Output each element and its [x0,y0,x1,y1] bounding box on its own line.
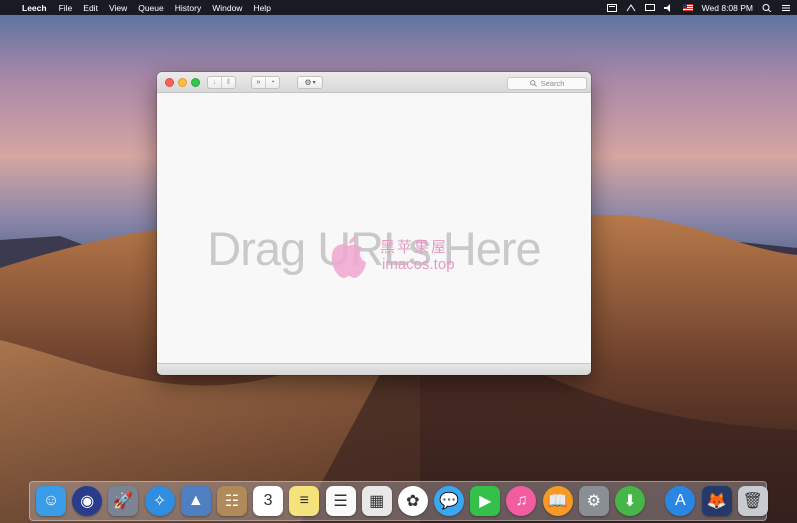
leech-icon[interactable]: ⬇ [615,486,645,516]
action-menu-button[interactable]: ⚙ ▾ [297,76,323,89]
notes-icon[interactable]: ≡ [289,486,320,516]
app-menu[interactable]: Leech [22,3,47,13]
photo-viewer-icon[interactable]: ▲ [180,486,211,516]
leech-window: ↓ ‖ » ◔ ⚙ ▾ Search Drag URLs Here [157,72,591,375]
menu-history[interactable]: History [175,3,201,13]
download-list-drop-area[interactable]: Drag URLs Here [157,93,591,363]
chevron-down-icon: ▾ [312,80,316,86]
menu-window[interactable]: Window [212,3,242,13]
airdrop-icon[interactable] [626,3,636,12]
watermark-title: 黑苹果屋 [380,239,449,256]
dock: ☺ ◉ 🚀 ✧ ▲ ☷ 3 ≡ ☰ ▦ ✿ 💬 ▶ ♫ 📖 ⚙ ⬇ A 🦊 🗑 [29,481,768,521]
menu-view[interactable]: View [109,3,127,13]
close-button[interactable] [165,78,174,87]
search-placeholder: Search [540,79,565,88]
app-store-icon[interactable]: A [665,486,696,516]
watermark: 黑苹果屋 imacos.top [322,232,482,284]
notification-center-icon[interactable] [781,4,791,12]
safari-icon[interactable]: ✧ [144,486,175,516]
status-bar [157,363,591,375]
minimize-button[interactable] [178,78,187,87]
contacts-icon[interactable]: ☷ [216,486,247,516]
transfer-controls: ↓ ‖ [207,76,236,89]
menu-bar: Leech File Edit View Queue History Windo… [0,0,797,15]
display-icon[interactable] [644,3,655,12]
itunes-icon[interactable]: ♫ [506,486,537,516]
watermark-url: imacos.top [382,256,455,273]
queue-controls: » ◔ [251,76,280,89]
speed-limit-button[interactable]: ◔ [266,77,279,88]
reminders-icon[interactable]: ☰ [325,486,356,516]
gear-icon: ⚙ [304,78,312,87]
menu-file[interactable]: File [59,3,73,13]
zoom-button[interactable] [191,78,200,87]
finder-icon[interactable]: ☺ [36,486,66,516]
notification-icon[interactable] [606,3,617,12]
launchpad-icon[interactable]: 🚀 [108,486,139,516]
search-field[interactable]: Search [507,77,587,90]
us-flag-icon[interactable] [682,4,693,11]
siri-icon[interactable]: ◉ [72,486,103,516]
menu-queue[interactable]: Queue [138,3,164,13]
menu-edit[interactable]: Edit [83,3,98,13]
apple-logo-watermark [331,236,366,278]
ibooks-icon[interactable]: 📖 [542,486,573,516]
system-preferences-icon[interactable]: ⚙ [578,486,609,516]
photos-icon[interactable]: ✿ [397,486,428,516]
facetime-icon[interactable]: ▶ [470,486,501,516]
spotlight-icon[interactable] [762,3,772,12]
start-download-button[interactable]: ↓ [208,77,221,88]
calendar-icon[interactable]: 3 [253,486,284,516]
title-bar[interactable]: ↓ ‖ » ◔ ⚙ ▾ Search [157,72,591,93]
messages-icon[interactable]: 💬 [434,486,465,516]
downloads-stack-icon[interactable]: 🦊 [701,486,732,516]
menu-help[interactable]: Help [253,3,270,13]
skip-button[interactable]: » [252,77,265,88]
volume-icon[interactable] [663,3,674,12]
pause-button[interactable]: ‖ [222,77,235,88]
magnifier-icon [529,80,537,87]
preview-icon[interactable]: ▦ [361,486,392,516]
clock[interactable]: Wed 8:08 PM [702,3,753,13]
trash-icon[interactable]: 🗑 [737,486,768,516]
status-menus: Wed 8:08 PM [606,0,791,15]
